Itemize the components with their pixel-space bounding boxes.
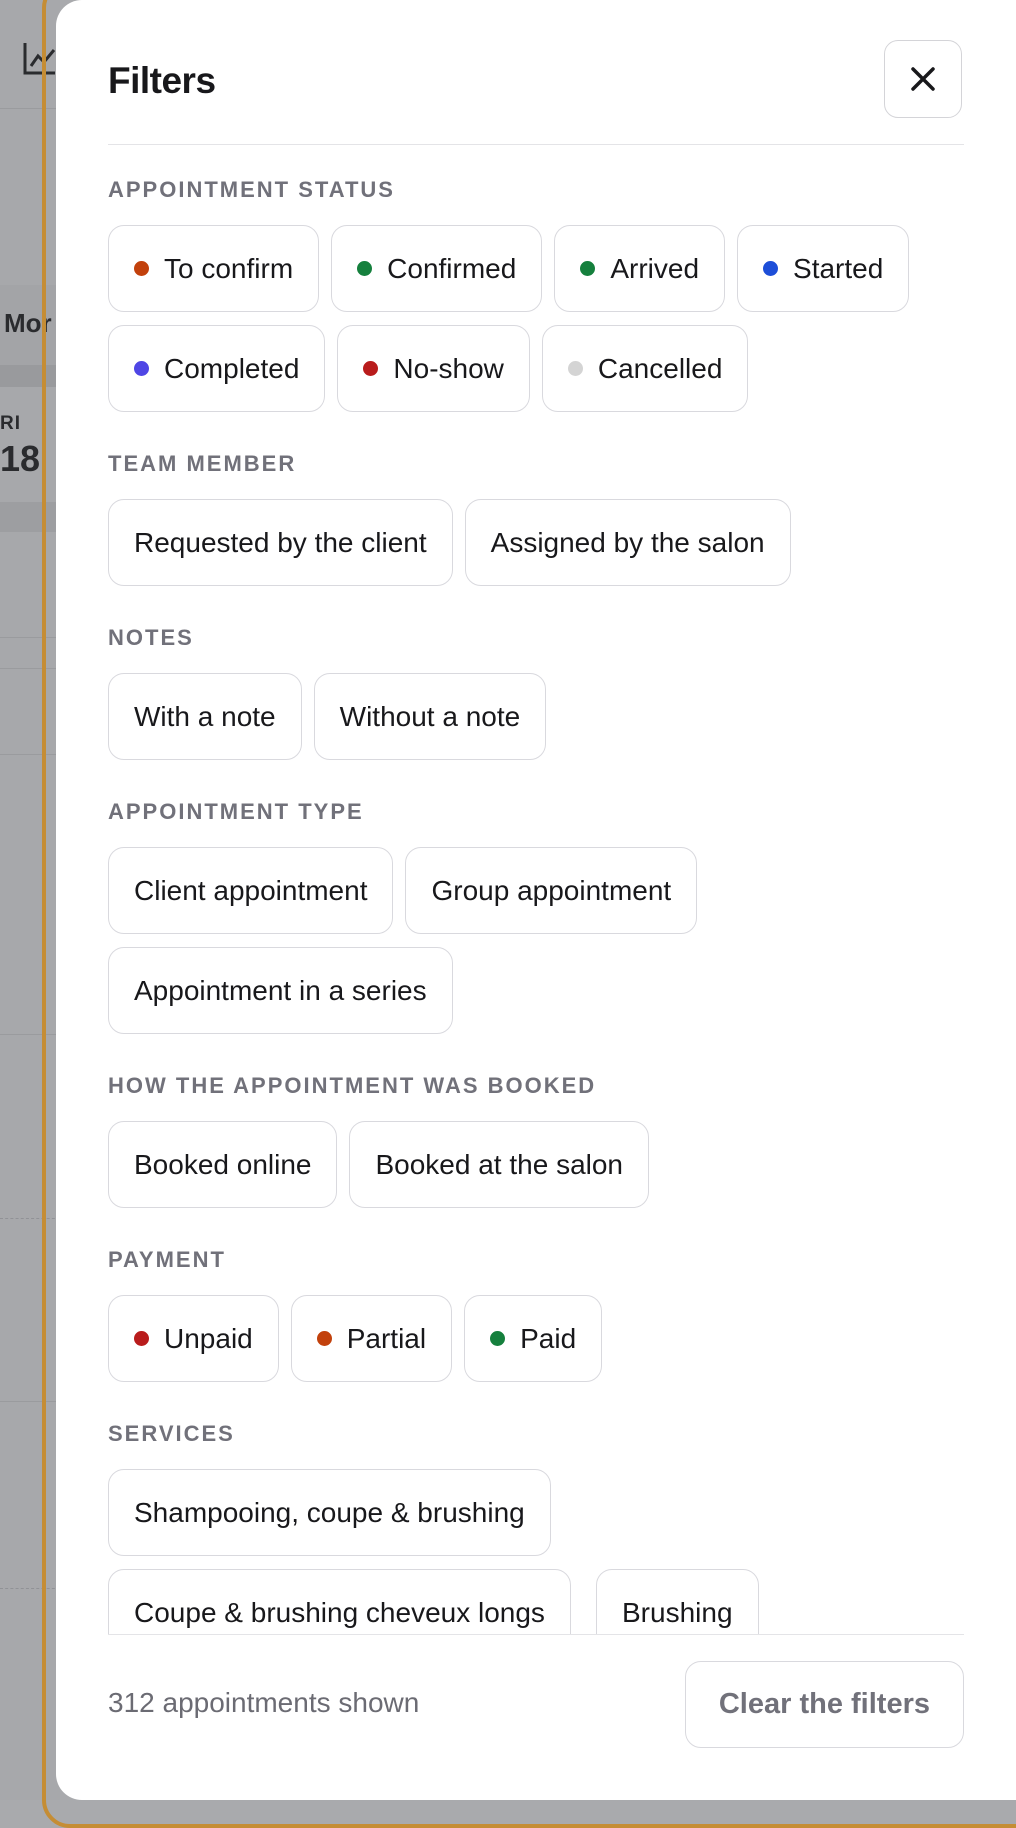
chip-started[interactable]: Started [737,225,910,312]
chip-label: Brushing [622,1596,733,1628]
chip-assigned-by-salon[interactable]: Assigned by the salon [464,499,791,586]
chip-service-coupe-longs[interactable]: Coupe & brushing cheveux longs [108,1569,571,1635]
chip-service-brushing[interactable]: Brushing [596,1569,759,1635]
chip-appointment-in-series[interactable]: Appointment in a series [108,947,453,1034]
chip-label: Coupe & brushing cheveux longs [134,1596,545,1628]
chip-client-appointment[interactable]: Client appointment [108,847,394,934]
chip-label: Booked at the salon [375,1148,623,1180]
chip-label: Confirmed [387,252,517,284]
chip-label: Partial [346,1322,427,1354]
section-title-payment: PAYMENT [108,1247,226,1272]
chips-notes: With a note Without a note [108,673,964,760]
chip-label: To confirm [164,252,294,284]
chip-arrived[interactable]: Arrived [554,225,726,312]
chip-label: Client appointment [134,874,368,906]
chip-label: Started [793,252,884,284]
section-title-appointment-status: APPOINTMENT STATUS [108,177,395,202]
status-dot [134,361,149,376]
chip-label: Cancelled [597,352,723,384]
chip-label: Paid [520,1322,577,1354]
chip-label: Assigned by the salon [490,526,765,558]
chip-label: Unpaid [164,1322,253,1354]
chip-requested-by-client[interactable]: Requested by the client [108,499,453,586]
chips-how-booked: Booked online Booked at the salon [108,1121,964,1208]
close-button[interactable] [884,40,962,118]
chip-label: Group appointment [431,874,672,906]
section-title-how-booked: HOW THE APPOINTMENT WAS BOOKED [108,1073,597,1098]
section-title-notes: NOTES [108,625,194,650]
section-title-team-member: TEAM MEMBER [108,451,297,476]
chip-unpaid[interactable]: Unpaid [108,1295,279,1382]
status-dot [763,261,779,276]
close-icon [911,67,935,91]
chip-without-note[interactable]: Without a note [313,673,547,760]
chip-to-confirm[interactable]: To confirm [108,225,320,312]
drawer-header: Filters [108,0,964,145]
section-title-services: SERVICES [108,1421,235,1446]
status-dot [363,361,379,376]
chip-label: Arrived [610,252,700,284]
status-dot [316,1331,332,1346]
status-dot [134,1331,149,1346]
chips-appointment-status: To confirm Confirmed Arrived Started Com… [108,225,964,412]
chip-group-appointment[interactable]: Group appointment [405,847,698,934]
background-weekday-label: RI [0,413,21,434]
status-dot [134,261,149,276]
chips-services: Shampooing, coupe & brushing Coupe & bru… [108,1469,964,1635]
drawer-title: Filters [108,60,216,101]
chips-appointment-type: Client appointment Group appointment App… [108,847,964,1034]
chips-payment: Unpaid Partial Paid [108,1295,964,1382]
chip-label: Shampooing, coupe & brushing [134,1496,525,1528]
chip-label: Booked online [134,1148,312,1180]
chip-partial[interactable]: Partial [290,1295,453,1382]
status-dot [580,261,596,276]
status-dot [567,361,583,376]
chip-no-show[interactable]: No-show [337,325,530,412]
chip-label: Completed [164,352,300,384]
drawer-footer: 312 appointments shown Clear the filters [108,1634,964,1801]
chip-cancelled[interactable]: Cancelled [541,325,749,412]
chips-services-cont: Brushing [596,1569,796,1635]
chip-confirmed[interactable]: Confirmed [331,225,543,312]
clear-filters-button[interactable]: Clear the filters [684,1661,964,1748]
background-day-number: 18 [0,438,41,479]
chips-team-member: Requested by the client Assigned by the … [108,499,964,586]
chip-completed[interactable]: Completed [108,325,326,412]
appointments-count: 312 appointments shown [108,1687,420,1718]
chip-label: With a note [134,700,276,732]
status-dot [490,1331,506,1346]
chip-paid[interactable]: Paid [464,1295,603,1382]
chip-label: Requested by the client [134,526,427,558]
chip-label: No-show [393,352,504,384]
chip-label: Without a note [339,700,521,732]
chip-with-note[interactable]: With a note [108,673,302,760]
chip-service-shampooing[interactable]: Shampooing, coupe & brushing [108,1469,551,1556]
chip-booked-at-salon[interactable]: Booked at the salon [349,1121,649,1208]
status-dot [357,261,373,276]
chip-label: Appointment in a series [134,974,427,1006]
section-title-appointment-type: APPOINTMENT TYPE [108,799,364,824]
chip-booked-online[interactable]: Booked online [108,1121,338,1208]
filters-content: APPOINTMENT STATUS To confirm Confirmed … [108,145,964,1635]
